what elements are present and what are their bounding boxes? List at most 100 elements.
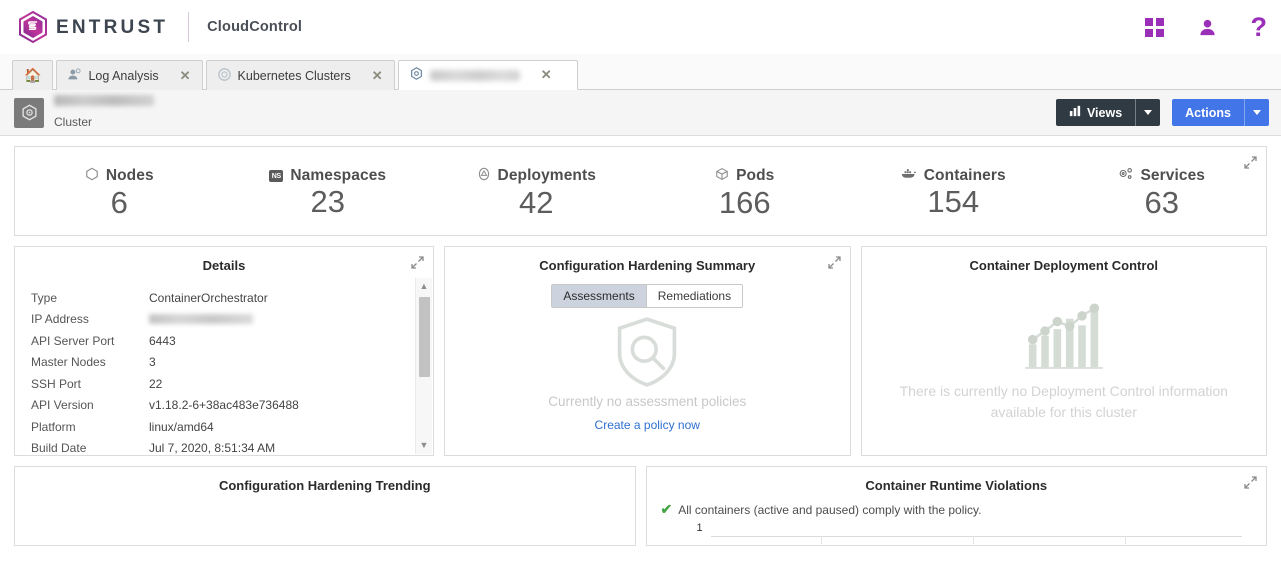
check-icon: ✔ (660, 501, 673, 517)
page-title-bar: 10.204.228.60 Cluster Views Actions (0, 90, 1281, 136)
metric-containers: Containers 154 (849, 147, 1058, 235)
views-label: Views (1086, 105, 1123, 120)
tab-remediations[interactable]: Remediations (645, 285, 743, 307)
views-button[interactable]: Views (1055, 99, 1161, 126)
chevron-down-icon (1253, 110, 1261, 115)
detail-row: IP Address 10.204.228.60 (31, 309, 433, 331)
detail-value: 22 (149, 376, 163, 391)
entrust-logo-icon (18, 10, 48, 44)
metric-value: 42 (519, 184, 554, 220)
ns-badge-icon: NS (269, 170, 284, 183)
metric-label: Nodes (105, 167, 154, 185)
detail-row: API Server Port 6443 (31, 330, 433, 352)
details-scrollbar[interactable]: ▲ ▼ (415, 278, 432, 454)
deployment-control-empty-message: There is currently no Deployment Control… (899, 383, 1228, 420)
shield-search-icon (445, 316, 850, 388)
actions-button[interactable]: Actions (1172, 99, 1269, 126)
user-icon[interactable] (1198, 18, 1217, 37)
page-title: 10.204.228.60 (54, 94, 154, 106)
tab-close-icon[interactable]: ✕ (541, 67, 552, 83)
runtime-violations-chart: 1 (673, 522, 1267, 544)
chart-tick (972, 536, 974, 544)
detail-row: Type ContainerOrchestrator (31, 287, 433, 309)
tab-strip: 🏠 Log Analysis ✕ Kubernetes Clusters ✕ ✕ (0, 54, 1281, 90)
cluster-icon (410, 67, 423, 83)
configuration-hardening-trending-card: Configuration Hardening Trending (14, 466, 636, 546)
details-title: Details (202, 258, 246, 273)
views-chart-icon (1069, 105, 1081, 120)
expand-icon[interactable] (827, 256, 841, 269)
apps-grid-icon[interactable] (1144, 17, 1164, 37)
create-policy-link-wrap: Create a policy now (445, 416, 850, 434)
metric-nodes: Nodes 6 (15, 147, 224, 235)
details-list: Type ContainerOrchestrator IP Address 10… (15, 273, 433, 459)
metric-deployments: Deployments 42 (432, 147, 641, 235)
metric-value: 6 (110, 184, 128, 220)
dashboard-middle-row: Details Type ContainerOrchestrator IP Ad… (14, 246, 1267, 456)
chart-tick (820, 536, 822, 544)
log-analysis-icon (68, 67, 81, 84)
metric-label: Namespaces (290, 167, 387, 185)
brand-divider (188, 12, 190, 42)
detail-key: Platform (31, 419, 76, 434)
expand-icon[interactable] (411, 256, 424, 269)
brand-bar: ENTRUST CloudControl ? (0, 0, 1281, 54)
tab-close-icon[interactable]: ✕ (180, 68, 191, 84)
home-icon: 🏠 (24, 67, 42, 83)
dashboard-bottom-row: Configuration Hardening Trending Contain… (14, 466, 1267, 546)
tab-kubernetes-clusters[interactable]: Kubernetes Clusters ✕ (205, 60, 395, 90)
detail-value: 3 (149, 355, 156, 370)
tab-label: 10.204.228.60 (429, 69, 520, 81)
runtime-violations-status: ✔ All containers (active and paused) com… (647, 493, 1267, 518)
cluster-summary-card: Nodes 6 NS Namespaces 23 Deployments 42 … (14, 146, 1267, 236)
bar-chart-trend-icon (862, 295, 1267, 369)
scrollbar-thumb[interactable] (419, 297, 430, 377)
scroll-up-icon[interactable]: ▲ (420, 278, 429, 295)
detail-value: Jul 7, 2020, 8:51:34 AM (149, 441, 276, 456)
detail-key: Build Date (31, 441, 87, 456)
expand-icon[interactable] (1244, 476, 1257, 489)
scrollbar-track[interactable] (416, 295, 432, 437)
chevron-down-icon (1144, 110, 1153, 115)
expand-icon[interactable] (1244, 156, 1257, 169)
metric-namespaces: NS Namespaces 23 (224, 147, 433, 235)
detail-value: linux/amd64 (149, 419, 214, 434)
tab-close-icon[interactable]: ✕ (372, 68, 383, 84)
chart-y-tick-label: 1 (696, 522, 703, 534)
docker-whale-icon (901, 167, 917, 185)
page-subtitle: Cluster (54, 115, 93, 130)
tab-cluster-detail[interactable]: 10.204.228.60 ✕ (397, 60, 578, 90)
detail-key: SSH Port (31, 376, 82, 391)
hardening-summary-title: Configuration Hardening Summary (539, 258, 756, 273)
detail-row: Build Date Jul 7, 2020, 8:51:34 AM (31, 438, 433, 460)
detail-key: API Server Port (31, 333, 115, 348)
runtime-violations-status-text: All containers (active and paused) compl… (678, 502, 982, 517)
tab-log-analysis[interactable]: Log Analysis ✕ (56, 60, 203, 90)
deployment-control-title: Container Deployment Control (969, 258, 1158, 273)
help-icon[interactable]: ? (1251, 13, 1268, 41)
views-dropdown-toggle[interactable] (1135, 99, 1160, 126)
details-card: Details Type ContainerOrchestrator IP Ad… (14, 246, 434, 456)
detail-row: Master Nodes 3 (31, 352, 433, 374)
deployment-icon (477, 167, 491, 186)
detail-value: 10.204.228.60 (149, 314, 253, 325)
brand-bar-actions: ? (1144, 0, 1268, 54)
chart-axis-line (710, 536, 1242, 537)
metric-value: 166 (718, 184, 771, 220)
create-policy-link[interactable]: Create a policy now (595, 418, 700, 432)
hexagon-icon (85, 167, 99, 186)
tab-assessments[interactable]: Assessments (552, 285, 646, 307)
metric-value: 154 (927, 184, 980, 220)
metric-label: Deployments (497, 167, 596, 185)
metric-value: 23 (310, 184, 345, 220)
detail-value: 6443 (149, 333, 176, 348)
metric-services: Services 63 (1058, 147, 1267, 235)
actions-dropdown-toggle[interactable] (1244, 99, 1269, 126)
tab-label: Log Analysis (88, 68, 159, 83)
detail-value: ContainerOrchestrator (149, 290, 268, 305)
tab-home[interactable]: 🏠 (12, 60, 54, 90)
metric-label: Containers (923, 167, 1006, 185)
kubernetes-icon (217, 67, 231, 84)
detail-row: Platform linux/amd64 (31, 416, 433, 438)
scroll-down-icon[interactable]: ▼ (420, 437, 429, 454)
